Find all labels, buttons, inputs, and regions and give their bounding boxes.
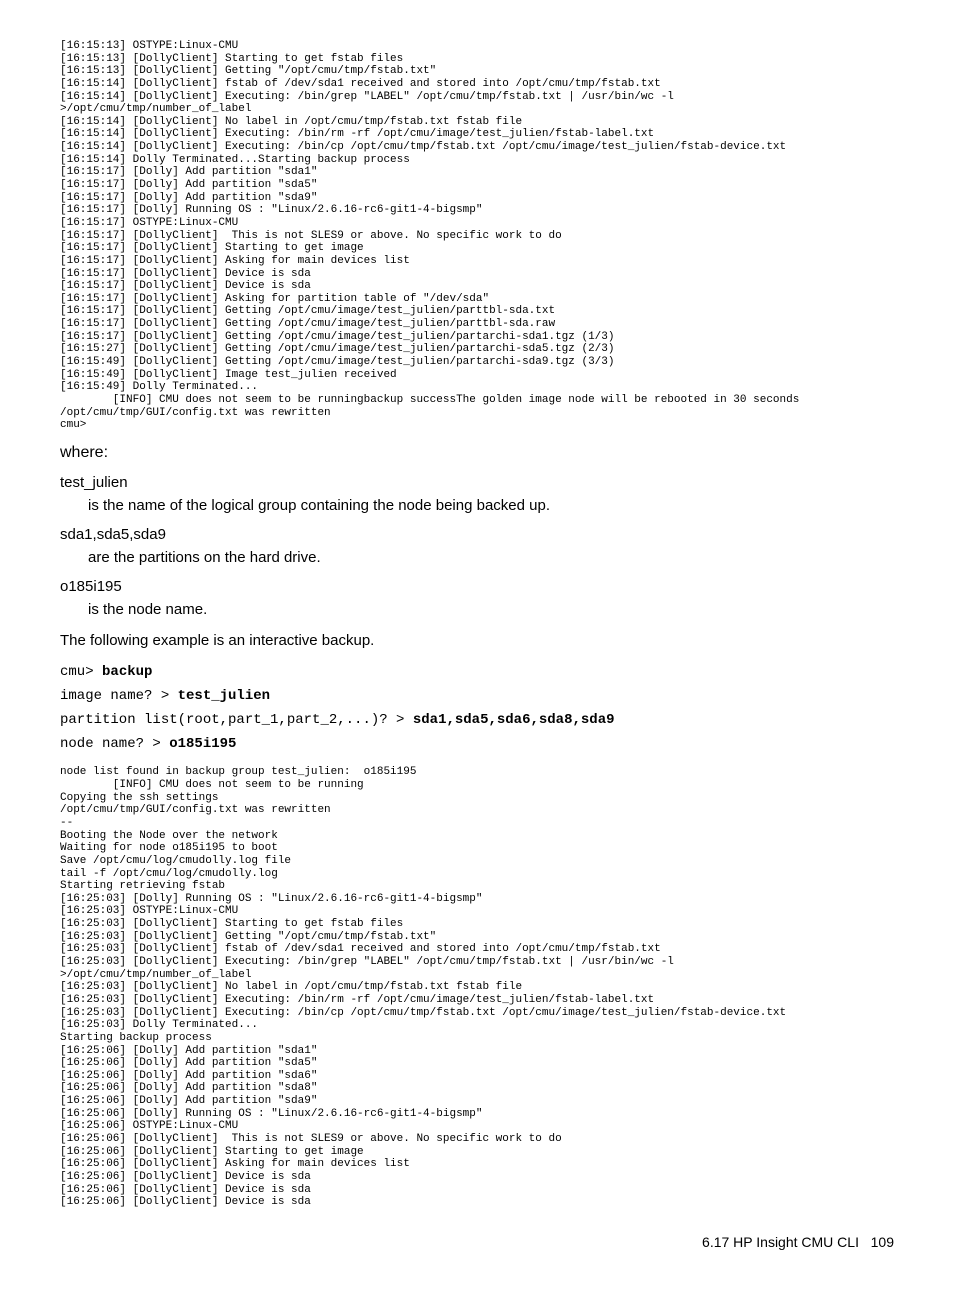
interactive-session: cmu> backup image name? > test_julien pa… (60, 661, 894, 756)
where-label: where: (60, 442, 894, 464)
def-term: sda1,sda5,sda9 (60, 524, 894, 545)
user-input: sda1,sda5,sda6,sda8,sda9 (413, 712, 615, 728)
user-input: o185i195 (169, 736, 236, 752)
page-footer: 6.17 HP Insight CMU CLI 109 (60, 1233, 894, 1253)
def-desc: are the partitions on the hard drive. (88, 547, 894, 568)
def-desc: is the name of the logical group contain… (88, 495, 894, 516)
footer-page-number: 109 (871, 1234, 894, 1250)
user-input: backup (102, 664, 152, 680)
log-output-1: [16:15:13] OSTYPE:Linux-CMU [16:15:13] [… (60, 40, 894, 432)
prompt: cmu> (60, 664, 102, 680)
prompt: node name? > (60, 736, 169, 752)
def-desc: is the node name. (88, 599, 894, 620)
def-term: test_julien (60, 472, 894, 493)
prompt: partition list(root,part_1,part_2,...)? … (60, 712, 413, 728)
paragraph: The following example is an interactive … (60, 630, 894, 651)
def-term: o185i195 (60, 576, 894, 597)
definition-list: test_julien is the name of the logical g… (60, 472, 894, 620)
footer-section: 6.17 HP Insight CMU CLI (702, 1234, 859, 1250)
log-output-2: node list found in backup group test_jul… (60, 766, 894, 1208)
prompt: image name? > (60, 688, 178, 704)
user-input: test_julien (178, 688, 270, 704)
